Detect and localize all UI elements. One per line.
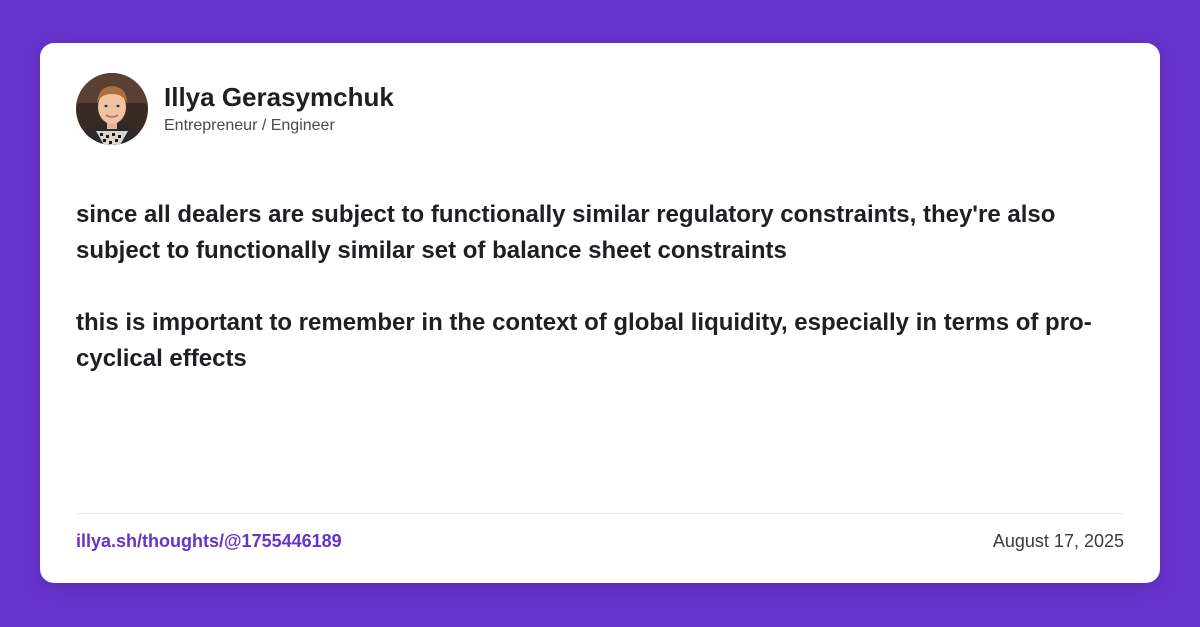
- post-header: Illya Gerasymchuk Entrepreneur / Enginee…: [76, 73, 394, 145]
- post-paragraph: since all dealers are subject to functio…: [76, 201, 1056, 264]
- post-body: since all dealers are subject to functio…: [76, 197, 1126, 413]
- post-date: August 17, 2025: [992, 531, 1124, 551]
- post-paragraph: this is important to remember in the con…: [76, 309, 1092, 372]
- author-info: Illya Gerasymchuk Entrepreneur / Enginee…: [164, 83, 394, 136]
- post-card: Illya Gerasymchuk Entrepreneur / Enginee…: [40, 43, 1160, 583]
- author-title: Entrepreneur / Engineer: [164, 117, 335, 135]
- avatar: [76, 73, 148, 145]
- footer-divider: [76, 513, 1124, 514]
- avatar-photo-icon: [76, 73, 148, 145]
- author-name: Illya Gerasymchuk: [164, 81, 394, 112]
- post-permalink[interactable]: illya.sh/thoughts/@1755446189: [76, 531, 342, 552]
